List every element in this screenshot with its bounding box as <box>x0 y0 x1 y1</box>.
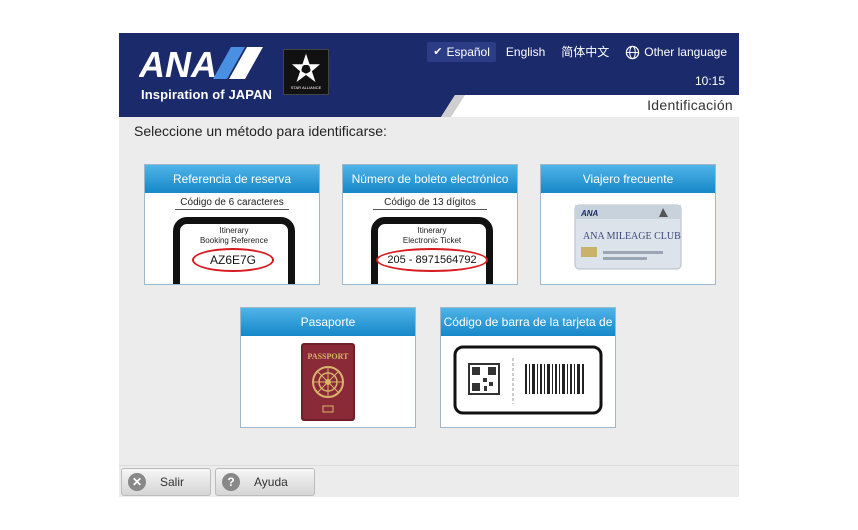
star-alliance-text: STAR ALLIANCE <box>291 85 322 90</box>
globe-icon <box>626 45 640 59</box>
lang-label: English <box>505 45 546 59</box>
boarding-card-barcode-option[interactable]: Código de barra de la tarjeta de <box>440 307 616 428</box>
card-sub-label: Código de 6 caracteres <box>175 197 289 210</box>
lang-label: Español <box>446 45 490 59</box>
phone-illustration: Itinerary Booking Reference AZ6E7G <box>173 217 295 284</box>
ticket-number-highlight: 205 - 8971564792 <box>376 248 488 272</box>
card-title: Pasaporte <box>241 308 415 336</box>
passport-cover-text: PASSPORT <box>308 352 350 361</box>
lang-option-other[interactable]: Other language <box>619 42 733 62</box>
lang-option-english[interactable]: English <box>500 42 551 62</box>
qr-code-icon <box>468 363 500 395</box>
passport-icon: PASSPORT <box>301 343 355 421</box>
barcode-card-icon <box>453 345 603 415</box>
card-sub-label: Código de 13 dígitos <box>373 197 487 210</box>
exit-label: Salir <box>160 475 185 489</box>
mileage-card-icon: ANA ANA MILEAGE CLUB <box>574 204 682 270</box>
booking-code-highlight: AZ6E7G <box>192 248 274 272</box>
reservation-reference-option[interactable]: Referencia de reserva Código de 6 caract… <box>144 164 320 285</box>
card-illustration: ANA ANA MILEAGE CLUB <box>541 193 715 284</box>
help-button[interactable]: ? Ayuda <box>215 468 315 496</box>
check-icon: ✔ <box>433 46 443 58</box>
section-title: Identificación <box>647 97 733 113</box>
card-title: Código de barra de la tarjeta de <box>441 308 615 336</box>
language-selector: ✔ Español English 简体中文 Other language <box>427 42 733 62</box>
kiosk-screen: ANA Inspiration of JAPAN STAR ALLIANCE ✔… <box>119 33 739 497</box>
card-illustration: PASSPORT <box>241 336 415 427</box>
phone-illustration: Itinerary Electronic Ticket 205 - 897156… <box>371 217 493 284</box>
doc-line: Electronic Ticket <box>402 236 462 245</box>
doc-line: Booking Reference <box>199 236 269 245</box>
help-label: Ayuda <box>254 475 288 489</box>
clock: 10:15 <box>694 74 725 88</box>
instruction-text: Seleccione un método para identificarse: <box>134 123 387 139</box>
tagline: Inspiration of JAPAN <box>141 87 273 102</box>
lang-label: Other language <box>644 45 727 59</box>
doc-line: Itinerary <box>417 226 447 235</box>
card-text: ANA MILEAGE CLUB <box>583 231 681 242</box>
passport-option[interactable]: Pasaporte PASSPORT <box>240 307 416 428</box>
help-icon: ? <box>222 473 240 491</box>
ana-logo: ANA Inspiration of JAPAN <box>139 45 279 105</box>
card-title: Viajero frecuente <box>541 165 715 193</box>
card-illustration: Código de 13 dígitos Itinerary Electroni… <box>343 193 517 284</box>
card-illustration: Código de 6 caracteres Itinerary Booking… <box>145 193 319 284</box>
lang-option-chinese[interactable]: 简体中文 <box>555 42 615 62</box>
card-illustration <box>441 336 615 427</box>
ana-logo-text: ANA <box>139 45 217 85</box>
card-title: Número de boleto electrónico <box>343 165 517 193</box>
star-alliance-logo: STAR ALLIANCE <box>283 49 329 95</box>
exit-button[interactable]: ✕ Salir <box>121 468 211 496</box>
eticket-number-option[interactable]: Número de boleto electrónico Código de 1… <box>342 164 518 285</box>
frequent-flyer-option[interactable]: Viajero frecuente ANA ANA MILEAGE CLUB <box>540 164 716 285</box>
card-brand: ANA <box>580 209 599 218</box>
close-icon: ✕ <box>128 473 146 491</box>
lang-option-espanol[interactable]: ✔ Español <box>427 42 496 62</box>
doc-line: Itinerary <box>219 226 249 235</box>
footer-bar: ✕ Salir ? Ayuda <box>119 465 739 497</box>
lang-label: 简体中文 <box>561 45 610 59</box>
star-alliance-icon: STAR ALLIANCE <box>291 53 322 90</box>
card-title: Referencia de reserva <box>145 165 319 193</box>
ana-logo-mark: ANA <box>139 45 263 85</box>
